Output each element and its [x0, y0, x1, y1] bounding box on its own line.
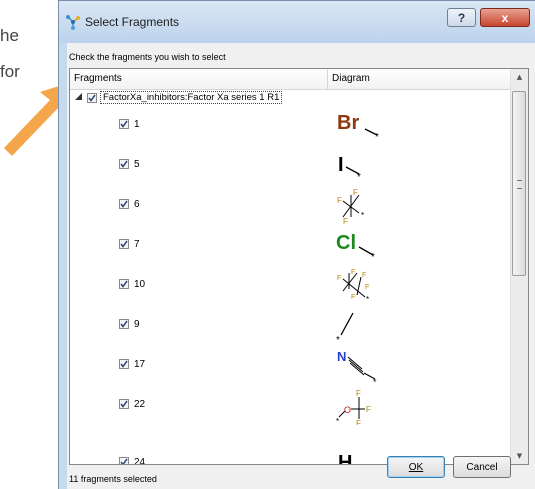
close-button[interactable]: x — [480, 8, 530, 27]
svg-text:*: * — [336, 335, 340, 345]
svg-text:F: F — [353, 188, 358, 197]
fragment-checkbox[interactable] — [119, 159, 129, 169]
fragment-row[interactable]: 24 H — [70, 427, 512, 465]
root-label: FactorXa_inhibitors:Factor Xa series 1 R… — [100, 91, 283, 104]
check-icon — [120, 320, 128, 328]
ok-label: OK — [408, 461, 424, 473]
grip-icon — [517, 180, 522, 189]
trifluoromethyl-structure-icon: F F F * — [337, 188, 364, 225]
fragment-row[interactable]: 22 O F F F * — [70, 387, 512, 427]
fragment-row[interactable]: 17 N * — [70, 347, 512, 387]
svg-text:*: * — [371, 252, 375, 263]
fragment-id: 7 — [134, 239, 140, 250]
fragment-id: 1 — [134, 119, 140, 130]
dialog-title: Select Fragments — [85, 15, 180, 29]
ok-button[interactable]: OK — [387, 456, 445, 478]
fragment-row[interactable]: 6 F F F * — [70, 187, 512, 227]
fragment-checkbox[interactable] — [119, 199, 129, 209]
svg-text:F: F — [351, 269, 355, 276]
check-icon — [120, 458, 128, 464]
collapse-triangle-icon[interactable] — [75, 93, 82, 100]
svg-text:*: * — [357, 172, 361, 183]
svg-text:*: * — [336, 417, 339, 425]
check-icon — [120, 360, 128, 368]
fragment-checkbox[interactable] — [119, 119, 129, 129]
fragment-id: 10 — [134, 279, 146, 290]
dialog-body: Check the fragments you wish to select F… — [67, 43, 535, 489]
help-button[interactable]: ? — [447, 8, 476, 27]
root-tree-row[interactable]: FactorXa_inhibitors:Factor Xa series 1 R… — [70, 89, 512, 107]
check-icon — [120, 280, 128, 288]
fragment-id: 9 — [134, 319, 140, 330]
background-text-line-1: he — [0, 26, 19, 45]
svg-text:*: * — [375, 132, 379, 143]
svg-text:N: N — [337, 349, 346, 364]
fragment-checkbox[interactable] — [119, 457, 129, 464]
tree-header: Fragments Diagram — [70, 69, 513, 90]
fragment-row[interactable]: 7 Cl * — [70, 227, 512, 267]
fragment-row[interactable]: 1 Br * — [70, 107, 512, 147]
svg-text:F: F — [343, 217, 348, 225]
scroll-up-icon[interactable]: ▲ — [511, 69, 528, 85]
fragment-row[interactable]: 9 * — [70, 307, 512, 347]
check-icon — [120, 160, 128, 168]
fragment-checkbox[interactable] — [119, 399, 129, 409]
column-separator[interactable] — [327, 69, 328, 89]
svg-text:F: F — [356, 419, 361, 425]
trifluoromethoxy-structure-icon: O F F F * — [336, 389, 371, 425]
nitrile-structure-icon: N * — [337, 349, 377, 385]
pentafluoroethyl-structure-icon: F F F F F * — [337, 269, 369, 304]
svg-text:Cl: Cl — [336, 232, 356, 254]
instruction-text: Check the fragments you wish to select — [69, 52, 226, 62]
fragment-id: 5 — [134, 159, 140, 170]
check-icon — [120, 240, 128, 248]
svg-text:F: F — [337, 196, 342, 205]
svg-text:*: * — [373, 377, 377, 385]
svg-text:I: I — [338, 154, 344, 176]
check-icon — [120, 200, 128, 208]
fragment-checkbox[interactable] — [119, 359, 129, 369]
fragment-checkbox[interactable] — [119, 279, 129, 289]
svg-text:F: F — [351, 294, 355, 301]
cancel-label: Cancel — [466, 461, 498, 473]
app-icon — [66, 15, 80, 30]
svg-text:H: H — [338, 452, 352, 465]
select-fragments-dialog: Select Fragments ? x Check the fragments… — [58, 0, 535, 489]
check-icon — [88, 94, 96, 102]
scrollbar-thumb[interactable] — [512, 91, 526, 276]
fragment-id: 24 — [134, 457, 146, 465]
selection-status: 11 fragments selected — [69, 474, 157, 484]
fragment-row[interactable]: 10 F F F F F * — [70, 267, 512, 307]
column-header-fragments[interactable]: Fragments — [74, 73, 122, 84]
scroll-down-icon[interactable]: ▼ — [511, 448, 528, 464]
svg-text:F: F — [356, 389, 361, 398]
fragment-id: 22 — [134, 399, 146, 410]
fragment-id: 17 — [134, 359, 146, 370]
hydrogen-structure-icon: H — [338, 452, 352, 465]
fragments-tree[interactable]: Fragments Diagram FactorXa_inhibitors:Fa… — [69, 68, 529, 465]
fragment-checkbox[interactable] — [119, 319, 129, 329]
methyl-structure-icon: * — [336, 312, 354, 345]
fragment-id: 6 — [134, 199, 140, 210]
fragment-checkbox[interactable] — [119, 239, 129, 249]
svg-text:*: * — [366, 295, 369, 304]
iodine-structure-icon: I * — [338, 154, 361, 183]
svg-text:F: F — [365, 284, 369, 291]
svg-text:*: * — [361, 211, 364, 220]
svg-text:F: F — [337, 275, 341, 282]
check-icon — [120, 400, 128, 408]
cancel-button[interactable]: Cancel — [453, 456, 511, 478]
chlorine-structure-icon: Cl * — [336, 232, 375, 263]
fragment-row[interactable]: 5 I * — [70, 147, 512, 187]
svg-text:F: F — [362, 272, 366, 279]
column-header-diagram[interactable]: Diagram — [332, 73, 370, 84]
vertical-scrollbar[interactable]: ▲ ▼ — [510, 69, 528, 464]
title-bar[interactable]: Select Fragments ? x — [59, 1, 535, 43]
check-icon — [120, 120, 128, 128]
root-checkbox[interactable] — [87, 93, 97, 103]
svg-text:F: F — [366, 405, 371, 414]
svg-text:Br: Br — [337, 112, 359, 134]
svg-text:O: O — [344, 405, 351, 415]
bromine-structure-icon: Br * — [337, 112, 379, 143]
